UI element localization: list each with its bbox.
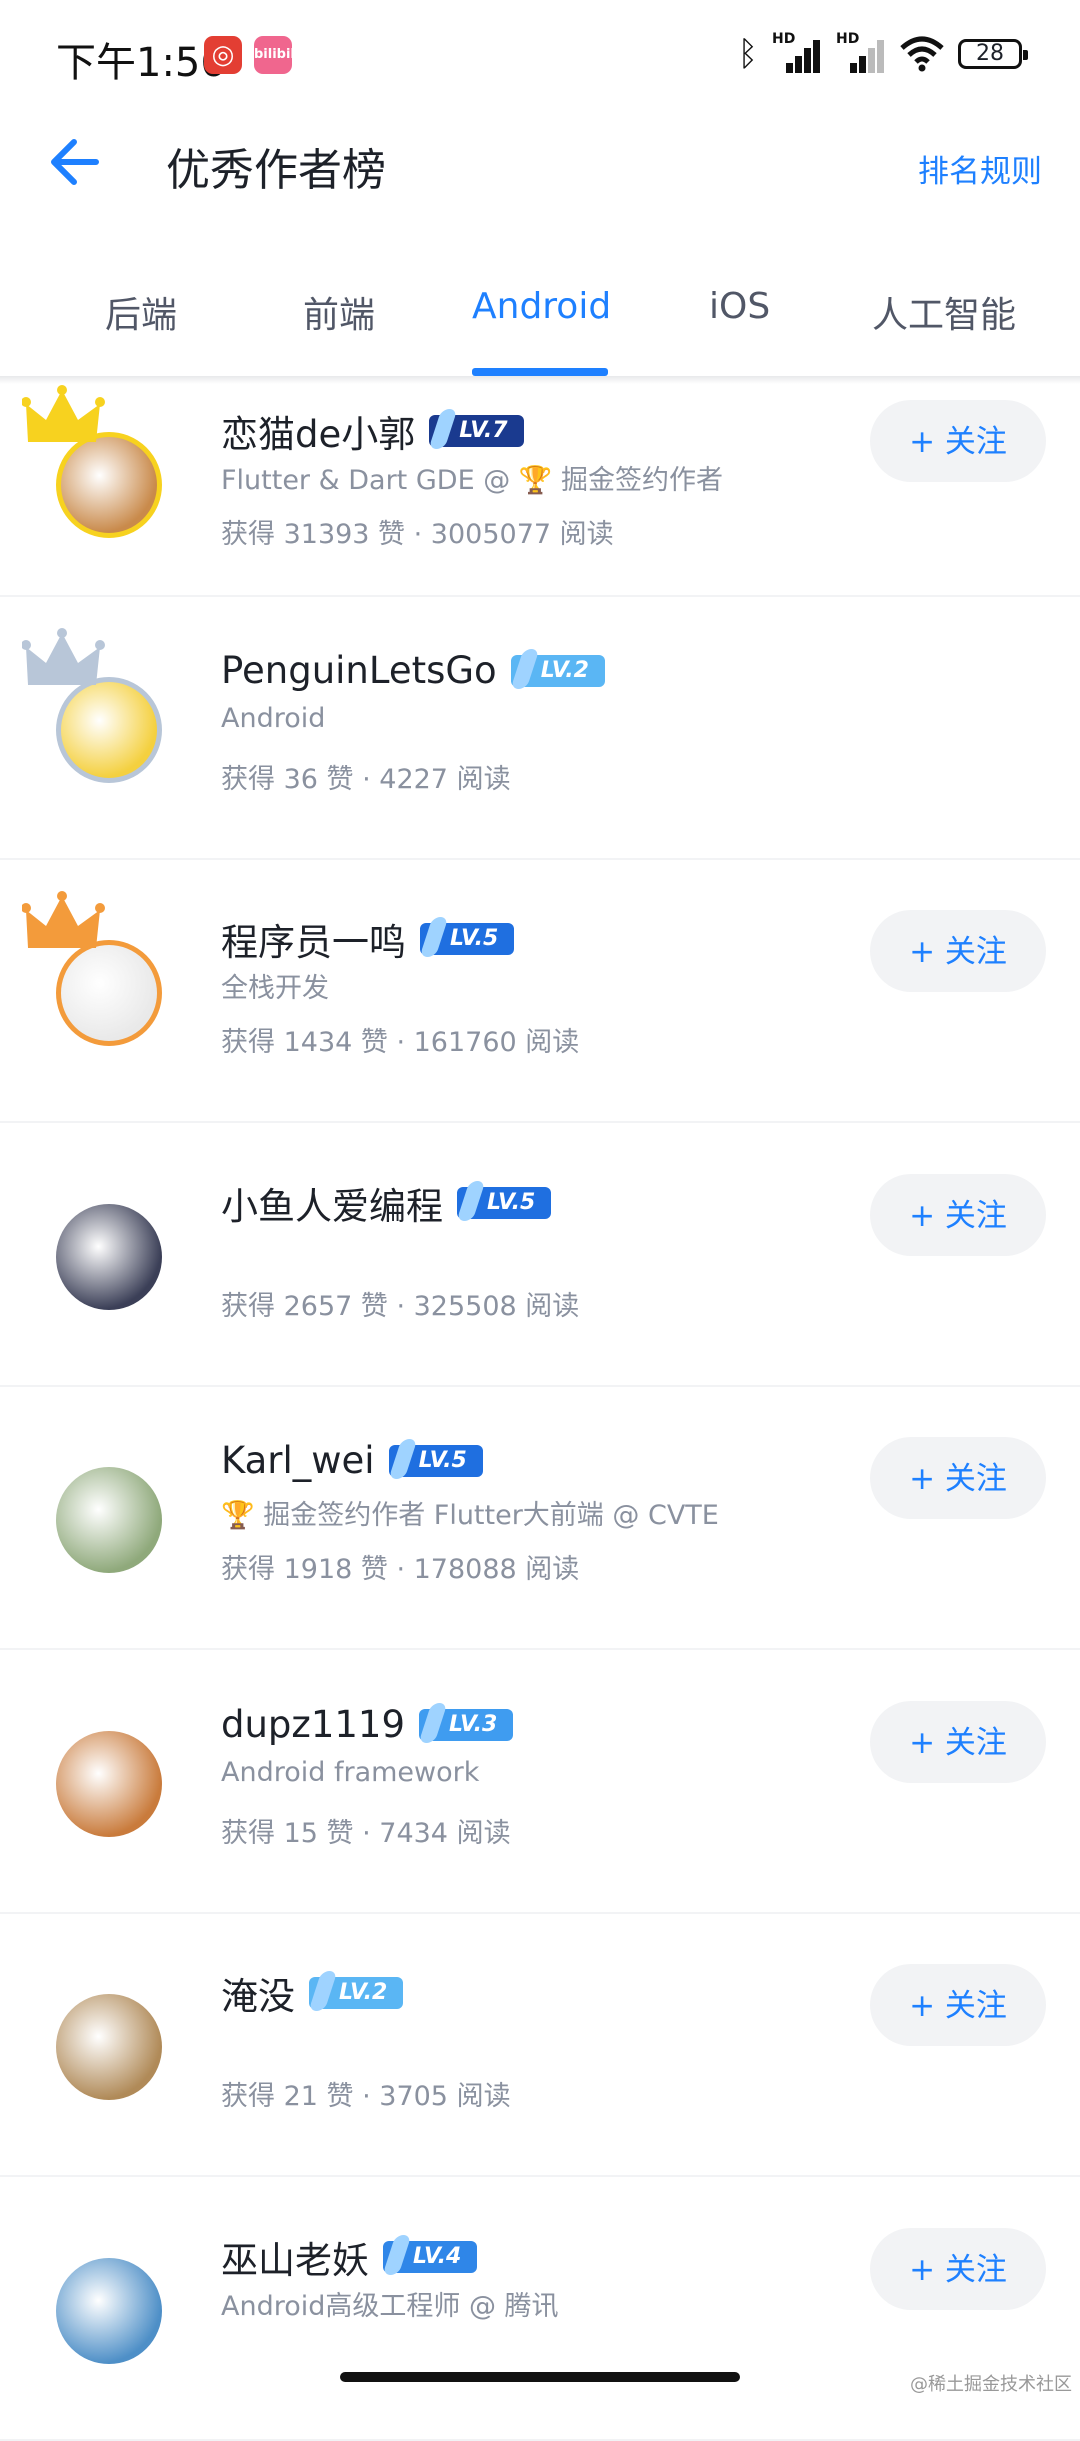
author-name-text: dupz1119	[221, 1703, 406, 1746]
author-description: Flutter & Dart GDE @ 🏆 掘金签约作者	[221, 465, 723, 496]
author-name[interactable]: 小鱼人爱编程 LV.5	[221, 1176, 552, 1230]
tab-frontend[interactable]: 前端	[303, 286, 375, 338]
author-row[interactable]: 程序员一鸣 LV.5 全栈开发获得 1434 赞 · 161760 阅读 + 关注	[0, 860, 1080, 1123]
author-name[interactable]: 淹没 LV.2	[221, 1966, 404, 2020]
bluetooth-icon: ᛒ	[737, 34, 758, 74]
hd-signal-icon: HD	[836, 31, 886, 73]
tab-android[interactable]: Android	[472, 286, 611, 327]
level-badge: LV.4	[383, 2241, 478, 2273]
author-description: Android framework	[221, 1757, 480, 1788]
author-stats: 获得 21 赞 · 3705 阅读	[221, 2081, 511, 2112]
level-badge: LV.2	[309, 1977, 404, 2009]
author-row[interactable]: 淹没 LV.2 获得 21 赞 · 3705 阅读 + 关注	[0, 1914, 1080, 2177]
author-name[interactable]: Karl_wei LV.5	[221, 1439, 483, 1482]
crown-icon	[22, 891, 105, 948]
follow-button[interactable]: + 关注	[870, 1437, 1046, 1519]
status-time: 下午1:56	[56, 40, 226, 86]
level-badge: LV.5	[420, 923, 515, 955]
author-row[interactable]: PenguinLetsGo LV.2 Android 获得 36 赞 · 4227 阅…	[0, 597, 1080, 860]
follow-button[interactable]: + 关注	[870, 1701, 1046, 1783]
avatar[interactable]	[56, 1467, 162, 1573]
author-row[interactable]: Karl_wei LV.5 🏆 掘金签约作者 Flutter大前端 @ CVTE 获得…	[0, 1387, 1080, 1650]
follow-button[interactable]: + 关注	[870, 910, 1046, 992]
author-stats: 获得 36 赞 · 4227 阅读	[221, 764, 511, 795]
author-name-text: 淹没	[221, 1975, 295, 2018]
author-description: 🏆 掘金签约作者 Flutter大前端 @ CVTE	[221, 1500, 719, 1531]
page-title: 优秀作者榜	[166, 145, 386, 196]
level-badge: LV.5	[388, 1444, 483, 1477]
tab-backend[interactable]: 后端	[105, 286, 177, 338]
author-description: 全栈开发	[221, 973, 329, 1004]
author-name[interactable]: PenguinLetsGo LV.2	[221, 649, 605, 692]
follow-button[interactable]: + 关注	[870, 400, 1046, 482]
author-row[interactable]: 巫山老妖 LV.4 Android高级工程师 @ 腾讯 + 关注	[0, 2178, 1080, 2441]
author-stats: 获得 1434 赞 · 161760 阅读	[221, 1027, 580, 1058]
author-name[interactable]: 程序员一鸣 LV.5	[221, 912, 515, 966]
author-row[interactable]: 小鱼人爱编程 LV.5 获得 2657 赞 · 325508 阅读 + 关注	[0, 1124, 1080, 1387]
author-name-text: Karl_wei	[221, 1439, 375, 1482]
tab-ios[interactable]: iOS	[709, 286, 770, 327]
crown-icon	[22, 628, 105, 685]
home-indicator[interactable]	[340, 2372, 740, 2382]
author-stats: 获得 15 赞 · 7434 阅读	[221, 1818, 511, 1849]
avatar[interactable]	[56, 2258, 162, 2364]
wifi-icon	[900, 36, 944, 72]
author-description: Android高级工程师 @ 腾讯	[221, 2291, 559, 2322]
author-stats: 获得 1918 赞 · 178088 阅读	[221, 1554, 580, 1585]
avatar[interactable]	[56, 1731, 162, 1837]
avatar[interactable]	[56, 1994, 162, 2100]
back-arrow-icon[interactable]	[46, 130, 110, 194]
follow-button[interactable]: + 关注	[870, 2228, 1046, 2310]
avatar[interactable]	[56, 1204, 162, 1310]
author-name-text: 恋猫de小郭	[221, 413, 416, 456]
tab-ai[interactable]: 人工智能	[872, 286, 1016, 338]
bilibili-icon: bilibili	[254, 36, 299, 74]
level-badge: LV.5	[457, 1187, 552, 1219]
netease-music-icon: ◎	[204, 36, 242, 74]
author-name-text: PenguinLetsGo	[221, 649, 497, 692]
ranking-rules-link[interactable]: 排名规则	[918, 146, 1042, 191]
author-row[interactable]: dupz1119 LV.3 Android framework 获得 15 赞 · 7…	[0, 1651, 1080, 1914]
author-name[interactable]: 巫山老妖 LV.4	[221, 2230, 478, 2284]
app-bar: 优秀作者榜 排名规则	[0, 110, 1080, 220]
author-stats: 获得 31393 赞 · 3005077 阅读	[221, 519, 614, 550]
battery-icon: 28	[958, 39, 1028, 69]
watermark: @稀土掘金技术社区	[910, 2374, 1072, 2395]
author-name-text: 巫山老妖	[221, 2239, 369, 2282]
crown-icon	[22, 385, 105, 442]
status-bar: 下午1:56 ◎ bilibili ᛒ HD HD 28	[0, 0, 1080, 110]
author-name[interactable]: 恋猫de小郭 LV.7	[221, 404, 524, 458]
level-badge: LV.7	[429, 415, 524, 447]
follow-button[interactable]: + 关注	[870, 1174, 1046, 1256]
author-name[interactable]: dupz1119 LV.3	[221, 1703, 514, 1746]
level-badge: LV.2	[510, 654, 605, 687]
author-stats: 获得 2657 赞 · 325508 阅读	[221, 1291, 580, 1322]
author-description: Android	[221, 703, 326, 734]
follow-button[interactable]: + 关注	[870, 1964, 1046, 2046]
hd-signal-icon: HD	[772, 31, 822, 73]
author-row[interactable]: 恋猫de小郭 LV.7 Flutter & Dart GDE @ 🏆 掘金签约作者获…	[0, 334, 1080, 597]
author-name-text: 小鱼人爱编程	[221, 1185, 443, 1228]
level-badge: LV.3	[419, 1708, 514, 1741]
author-name-text: 程序员一鸣	[221, 921, 406, 964]
